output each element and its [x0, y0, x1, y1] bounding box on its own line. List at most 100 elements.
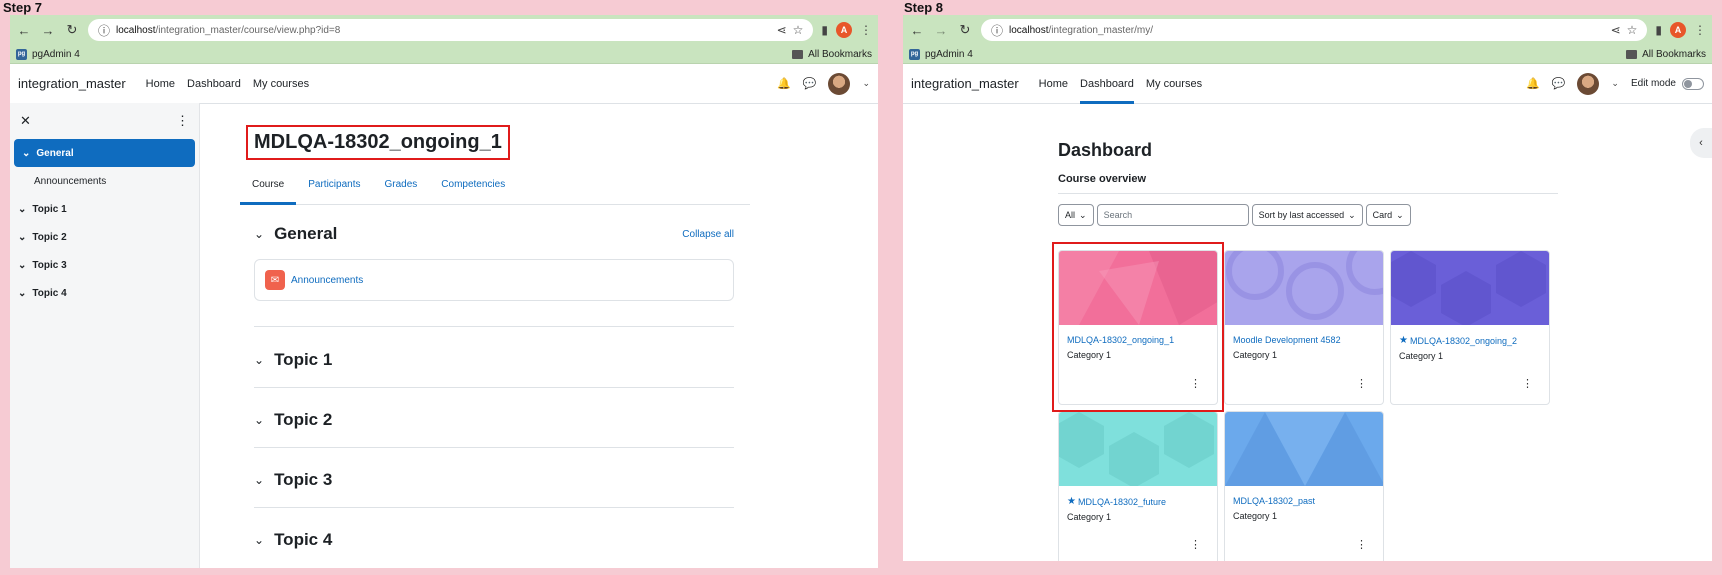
chevron-left-icon[interactable]: ‹ — [1690, 128, 1712, 158]
drawer-item-general[interactable]: ⌄ General — [14, 139, 195, 167]
section-topic-1: ⌄ Topic 1 — [254, 333, 734, 388]
search-input[interactable]: Search — [1096, 204, 1249, 226]
site-info-icon[interactable]: ⓘ — [98, 22, 110, 39]
step-8-label: Step 8 — [904, 0, 944, 15]
course-name-link[interactable]: ★ MDLQA-18302_ongoing_2 — [1399, 335, 1541, 346]
course-category: Category 1 — [1233, 350, 1278, 360]
nav-dashboard[interactable]: Dashboard — [187, 64, 241, 104]
more-icon[interactable]: ⋮ — [1190, 538, 1201, 551]
drawer-item-announcements[interactable]: Announcements — [10, 167, 199, 195]
browser-menu-icon[interactable]: ⋮ — [1694, 23, 1706, 37]
course-card[interactable]: Moodle Development 4582 Category 1 ⋮ — [1224, 250, 1384, 405]
bell-icon[interactable]: 🔔 — [1526, 77, 1540, 90]
user-avatar[interactable] — [828, 72, 851, 95]
forward-icon[interactable]: → — [40, 22, 56, 38]
site-info-icon[interactable]: ⓘ — [991, 22, 1003, 39]
tab-participants[interactable]: Participants — [296, 165, 372, 204]
course-name-link[interactable]: ★ MDLQA-18302_future — [1067, 496, 1209, 507]
back-icon[interactable]: ← — [909, 22, 925, 38]
chat-icon[interactable]: 💬 — [1552, 77, 1566, 90]
course-card[interactable]: MDLQA-18302_past Category 1 ⋮ — [1224, 411, 1384, 561]
drawer-item-topic-1[interactable]: ⌄ Topic 1 — [10, 195, 199, 223]
all-bookmarks[interactable]: All Bookmarks — [808, 49, 872, 60]
side-panel-icon[interactable]: ▮ — [1655, 23, 1662, 37]
course-image[interactable] — [1225, 251, 1383, 325]
share-icon[interactable]: ⋖ — [777, 23, 787, 37]
forward-icon[interactable]: → — [933, 22, 949, 38]
chevron-down-icon[interactable]: ⌄ — [254, 413, 264, 427]
chevron-down-icon[interactable]: ⌄ — [1611, 78, 1619, 89]
drawer-item-topic-2[interactable]: ⌄ Topic 2 — [10, 223, 199, 251]
tab-competencies[interactable]: Competencies — [429, 165, 517, 204]
chevron-down-icon: ⌄ — [1348, 209, 1356, 220]
browser-menu-icon[interactable]: ⋮ — [860, 23, 872, 37]
course-image[interactable] — [1391, 251, 1549, 325]
address-bar[interactable]: ⓘ localhost/integration_master/my/ ⋖ ☆ — [981, 19, 1648, 41]
close-icon[interactable]: ✕ — [20, 113, 31, 129]
course-overview-heading: Course overview — [1058, 173, 1147, 185]
nav-home[interactable]: Home — [1039, 64, 1068, 104]
star-icon[interactable]: ☆ — [793, 23, 804, 37]
profile-avatar[interactable]: A — [836, 22, 852, 38]
tab-grades[interactable]: Grades — [373, 165, 430, 204]
share-icon[interactable]: ⋖ — [1611, 23, 1621, 37]
chevron-down-icon: ⌄ — [22, 147, 31, 159]
course-image[interactable] — [1225, 412, 1383, 486]
nav-my-courses[interactable]: My courses — [253, 64, 309, 104]
bell-icon[interactable]: 🔔 — [777, 77, 791, 90]
user-avatar[interactable] — [1577, 72, 1600, 95]
course-filters: All ⌄ Search Sort by last accessed ⌄ Card ⌄ — [1058, 204, 1558, 226]
moodle-navbar: integration_master Home Dashboard My cou… — [903, 64, 1712, 104]
more-icon[interactable]: ⋮ — [1356, 538, 1367, 551]
course-image[interactable] — [1059, 412, 1217, 486]
site-name[interactable]: integration_master — [18, 76, 126, 91]
tab-course[interactable]: Course — [240, 165, 297, 205]
all-bookmarks[interactable]: All Bookmarks — [1642, 49, 1706, 60]
step-8-screenshot: ← → ↻ ⓘ localhost/integration_master/my/… — [903, 15, 1712, 561]
more-icon[interactable]: ⋮ — [1356, 377, 1367, 390]
page-title: Dashboard — [1058, 140, 1153, 160]
edit-mode-toggle[interactable] — [1682, 77, 1704, 90]
activity-announcements[interactable]: ✉ Announcements — [254, 259, 734, 301]
star-icon[interactable]: ☆ — [1627, 23, 1638, 37]
course-card[interactable]: ★ MDLQA-18302_ongoing_2 Category 1 ⋮ — [1390, 250, 1550, 405]
bookmark-pgadmin[interactable]: pgAdmin 4 — [925, 49, 973, 60]
reload-icon[interactable]: ↻ — [64, 22, 80, 38]
chevron-down-icon[interactable]: ⌄ — [254, 353, 264, 367]
profile-avatar[interactable]: A — [1670, 22, 1686, 38]
filter-all-dropdown[interactable]: All ⌄ — [1058, 204, 1094, 226]
address-bar[interactable]: ⓘ localhost/integration_master/course/vi… — [88, 19, 814, 41]
nav-my-courses[interactable]: My courses — [1146, 64, 1202, 104]
site-name[interactable]: integration_master — [911, 76, 1019, 91]
reload-icon[interactable]: ↻ — [957, 22, 973, 38]
side-panel-icon[interactable]: ▮ — [821, 23, 828, 37]
more-icon[interactable]: ⋮ — [1522, 377, 1533, 390]
collapse-all-link[interactable]: Collapse all — [682, 229, 734, 240]
course-pattern — [1391, 251, 1546, 325]
bookmark-pgadmin[interactable]: pgAdmin 4 — [32, 49, 80, 60]
step-7-label: Step 7 — [3, 0, 43, 15]
folder-icon — [792, 49, 804, 59]
star-icon: ★ — [1399, 335, 1408, 346]
chevron-down-icon[interactable]: ⌄ — [254, 473, 264, 487]
more-icon[interactable]: ⋮ — [176, 113, 189, 129]
sort-dropdown[interactable]: Sort by last accessed ⌄ — [1251, 204, 1363, 226]
course-pattern — [1226, 251, 1383, 320]
back-icon[interactable]: ← — [16, 22, 32, 38]
drawer-item-topic-4[interactable]: ⌄ Topic 4 — [10, 279, 199, 307]
page-title: MDLQA-18302_ongoing_1 — [254, 131, 502, 153]
course-card[interactable]: ★ MDLQA-18302_future Category 1 ⋮ — [1058, 411, 1218, 561]
drawer-item-topic-3[interactable]: ⌄ Topic 3 — [10, 251, 199, 279]
chevron-down-icon[interactable]: ⌄ — [862, 78, 870, 89]
chevron-down-icon[interactable]: ⌄ — [254, 227, 264, 241]
chat-icon[interactable]: 💬 — [803, 77, 817, 90]
chevron-down-icon[interactable]: ⌄ — [254, 533, 264, 547]
chevron-down-icon: ⌄ — [1396, 209, 1404, 220]
view-dropdown[interactable]: Card ⌄ — [1365, 204, 1411, 226]
nav-home[interactable]: Home — [146, 64, 175, 104]
folder-icon — [1626, 49, 1638, 59]
chevron-down-icon: ⌄ — [18, 259, 27, 271]
nav-dashboard[interactable]: Dashboard — [1080, 64, 1134, 104]
course-name-link[interactable]: Moodle Development 4582 — [1233, 335, 1375, 345]
course-name-link[interactable]: MDLQA-18302_past — [1233, 496, 1375, 506]
